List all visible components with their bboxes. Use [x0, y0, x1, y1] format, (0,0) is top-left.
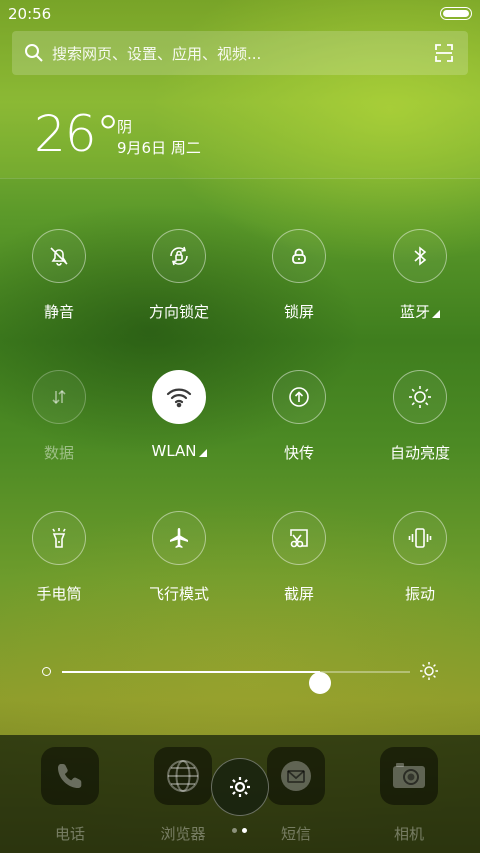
vibrate-icon: [408, 528, 432, 548]
dock-app-phone[interactable]: 电话: [30, 747, 110, 844]
dock-app-label: 相机: [393, 825, 424, 843]
toggle-label: 振动: [404, 585, 435, 603]
dock-app-label: 电话: [54, 825, 85, 843]
dock-app-label: 浏览器: [160, 825, 206, 843]
search-placeholder: 搜索网页、设置、应用、视频...: [52, 45, 262, 63]
toggle-circle[interactable]: [152, 229, 206, 283]
toggle-vibrate[interactable]: 振动: [365, 511, 475, 621]
airplane-icon: [170, 528, 188, 548]
toggle-lock-screen[interactable]: 锁屏: [244, 229, 354, 339]
toggle-circle[interactable]: [272, 229, 326, 283]
toggle-label: 蓝牙: [400, 301, 440, 322]
quick-transfer-icon: [289, 387, 309, 407]
bluetooth-icon: [414, 246, 427, 266]
toggle-bluetooth[interactable]: 蓝牙: [365, 229, 475, 339]
search-icon: [24, 43, 44, 67]
toggle-label: 锁屏: [283, 303, 314, 321]
toggle-circle[interactable]: [272, 370, 326, 424]
toggle-airplane[interactable]: 飞行模式: [124, 511, 234, 621]
message-icon: [267, 747, 325, 805]
page-dot: [242, 828, 247, 833]
silent-bell-icon: [50, 247, 68, 266]
battery-icon: [440, 7, 472, 20]
rotation-lock-icon: [170, 246, 188, 266]
weather-condition: 阴: [117, 118, 133, 136]
dock-app-browser[interactable]: 浏览器: [143, 747, 223, 844]
brightness-low-icon: [42, 667, 51, 676]
phone-icon: [41, 747, 99, 805]
auto-brightness-icon: [409, 386, 431, 408]
toggle-circle[interactable]: [152, 511, 206, 565]
toggle-label: 静音: [43, 303, 74, 321]
toggle-circle[interactable]: [272, 511, 326, 565]
temperature: 26°: [34, 105, 121, 163]
toggle-circle[interactable]: [393, 229, 447, 283]
weather-date: 9月6日 周二: [117, 139, 201, 157]
page-indicator: [232, 828, 252, 834]
wifi-icon: [166, 388, 192, 408]
toggle-circle[interactable]: [393, 511, 447, 565]
brightness-thumb[interactable]: [309, 672, 331, 694]
flashlight-icon: [52, 528, 66, 548]
toggle-auto-brightness[interactable]: 自动亮度: [365, 370, 475, 480]
page-dot: [232, 828, 237, 833]
toggle-circle[interactable]: [152, 370, 206, 424]
scan-icon[interactable]: [434, 43, 454, 67]
brightness-high-icon: [418, 660, 440, 686]
toggle-label: 数据: [43, 444, 74, 462]
dock-app-messages[interactable]: 短信: [256, 747, 336, 844]
toggle-label: WLAN: [151, 442, 207, 460]
status-bar: 20:56: [0, 0, 480, 28]
toggle-label: 飞行模式: [148, 585, 209, 603]
toggle-rotation-lock[interactable]: 方向锁定: [124, 229, 234, 339]
toggle-wlan[interactable]: WLAN: [124, 370, 234, 480]
toggle-label: 快传: [283, 444, 314, 462]
brightness-track[interactable]: [62, 671, 410, 694]
expand-triangle-icon: [432, 310, 440, 318]
toggle-circle[interactable]: [32, 370, 86, 424]
weather-widget[interactable]: 26°: [34, 105, 121, 163]
toggle-quick-transfer[interactable]: 快传: [244, 370, 354, 480]
dock-app-camera[interactable]: 相机: [369, 747, 449, 844]
settings-button[interactable]: [211, 758, 269, 816]
toggle-circle[interactable]: [393, 370, 447, 424]
status-time: 20:56: [8, 5, 52, 23]
toggle-screenshot[interactable]: 截屏: [244, 511, 354, 621]
dock-app-label: 短信: [280, 825, 311, 843]
toggle-circle[interactable]: [32, 511, 86, 565]
brightness-fill: [62, 671, 320, 673]
expand-triangle-icon: [198, 449, 207, 457]
toggle-mobile-data[interactable]: 数据: [4, 370, 114, 480]
toggle-flashlight[interactable]: 手电筒: [4, 511, 114, 621]
toggle-label: 自动亮度: [389, 444, 450, 462]
toggle-circle[interactable]: [32, 229, 86, 283]
toggle-label: 截屏: [283, 585, 314, 603]
data-arrows-icon: [52, 389, 66, 405]
screenshot-icon: [290, 529, 308, 548]
brightness-slider[interactable]: [40, 660, 440, 694]
toggle-label: 方向锁定: [148, 303, 209, 321]
browser-globe-icon: [154, 747, 212, 805]
search-bar[interactable]: 搜索网页、设置、应用、视频...: [12, 31, 468, 75]
divider: [0, 178, 480, 179]
camera-icon: [380, 747, 438, 805]
toggle-label: 手电筒: [36, 585, 82, 603]
toggle-silent[interactable]: 静音: [4, 229, 114, 339]
gear-icon: [230, 777, 250, 797]
lock-icon: [292, 248, 306, 264]
